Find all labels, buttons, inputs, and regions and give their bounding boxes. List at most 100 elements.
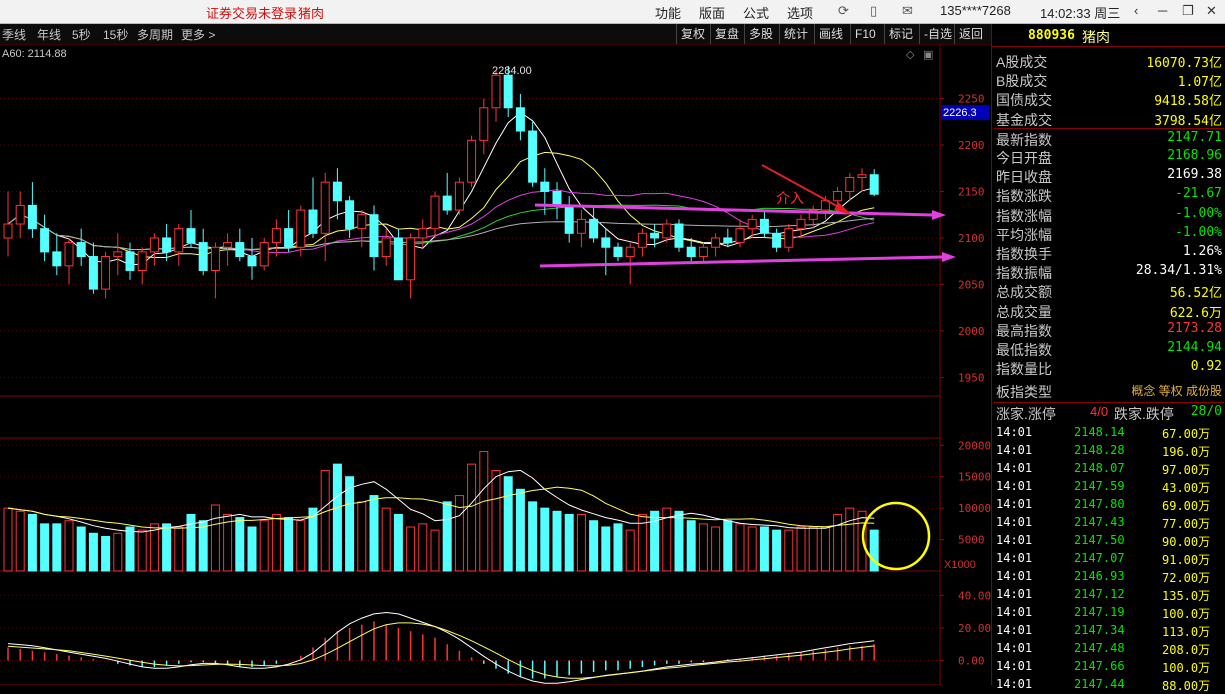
period-more[interactable]: 更多 > (181, 26, 215, 43)
menu-layout[interactable]: 版面 (699, 3, 725, 22)
button-replay[interactable]: 复盘 (710, 24, 743, 44)
login-status[interactable]: 证券交易未登录 (206, 3, 297, 22)
tick-row: 14:01 2147.07 91.00万 (994, 550, 1224, 568)
candle-body (381, 237, 391, 258)
minimize-icon[interactable]: ─ (1158, 3, 1167, 18)
support-line (539, 255, 943, 268)
back-icon[interactable]: ‹ (1134, 3, 1138, 18)
stat-row: B股成交 1.07亿 (994, 70, 1224, 90)
volume-bar (686, 520, 696, 572)
y-tick-label: 20.00 (958, 622, 991, 635)
candle-body (772, 232, 782, 248)
tick-time: 14:01 (996, 497, 1033, 511)
account-label[interactable]: 135****7268 (940, 3, 1011, 18)
volume-bar (564, 513, 574, 572)
mail-icon[interactable]: ✉ (902, 3, 913, 19)
stat-value: 2169.38 (1167, 167, 1222, 183)
stat-row: 最低指数 2144.94 (994, 339, 1224, 358)
menu-function[interactable]: 功能 (655, 3, 681, 22)
stat-label: 基金成交 (996, 111, 1052, 128)
stock-name-title: 猪肉 (298, 6, 325, 21)
volume-bar (235, 517, 245, 572)
button-draw-line[interactable]: 画线 (814, 24, 847, 44)
stat-value: 2144.94 (1167, 340, 1222, 355)
button-return[interactable]: 返回 (954, 24, 987, 44)
tick-volume: 91.00万 (1162, 553, 1211, 567)
volume-bar (711, 526, 721, 572)
volume-bar (357, 501, 367, 572)
volume-bar (576, 513, 586, 572)
candle-body (186, 228, 196, 244)
candle-body (454, 181, 464, 211)
tick-price: 2147.07 (1074, 551, 1125, 565)
menu-formula[interactable]: 公式 (743, 3, 769, 22)
y-tick-label: 1950 (958, 371, 985, 384)
tick-row: 14:01 2147.34 113.0万 (994, 622, 1224, 640)
candle-body (101, 256, 111, 290)
button-f10[interactable]: F10 (850, 24, 880, 44)
stat-label: 最低指数 (996, 342, 1052, 358)
tick-row: 14:01 2147.12 135.0万 (994, 586, 1224, 604)
candle-body (869, 174, 879, 195)
resistance-arrowhead (932, 210, 946, 220)
volume-bar (332, 463, 342, 572)
volume-bar (76, 526, 86, 572)
index-type-label: 板指类型 (996, 384, 1052, 400)
stat-row: 国债成交 9418.58亿 (994, 89, 1224, 109)
tick-price: 2148.14 (1074, 425, 1125, 439)
tick-volume: 196.0万 (1162, 445, 1211, 459)
button-statistics[interactable]: 统计 (779, 24, 812, 44)
period-year[interactable]: 年线 (37, 26, 61, 43)
period-multi[interactable]: 多周期 (137, 26, 173, 43)
stock-header: 880936 猪肉 (992, 24, 1225, 47)
candle-body (357, 214, 367, 230)
fall-label: 跌家.跌停 (1114, 406, 1174, 422)
period-5s[interactable]: 5秒 (72, 26, 91, 43)
stat-value: -1.00% (1175, 224, 1222, 240)
phone-icon[interactable]: ▯ (870, 3, 877, 19)
close-icon[interactable]: ✕ (1206, 3, 1217, 19)
button-remove-watchlist[interactable]: -自选 (919, 24, 956, 44)
candle-body (284, 228, 294, 248)
volume-bar (88, 532, 98, 572)
volume-bar (857, 510, 867, 572)
volume-bar (113, 532, 123, 572)
candle-body (247, 256, 257, 267)
tick-time: 14:01 (996, 569, 1033, 583)
button-restore-rights[interactable]: 复权 (676, 24, 709, 44)
refresh-icon[interactable]: ⟳ (838, 3, 849, 19)
index-type-value[interactable]: 概念 等权 成份股 (1131, 382, 1222, 399)
diamond-icon[interactable]: ◇ (906, 49, 915, 61)
volume-bar (137, 529, 147, 572)
stat-row: 平均涨幅 -1.00% (994, 224, 1224, 243)
button-multi-stock[interactable]: 多股 (744, 24, 777, 44)
button-mark[interactable]: 标记 (884, 24, 917, 44)
stat-label: 指数振幅 (996, 265, 1052, 282)
tick-volume: 100.0万 (1162, 607, 1211, 621)
stat-row: 昨日收盘 2169.38 (994, 166, 1224, 185)
candle-body (576, 218, 586, 234)
tick-row: 14:01 2147.19 100.0万 (994, 604, 1224, 622)
panel-toggle-icon[interactable]: ▣ (923, 49, 933, 61)
volume-bar (833, 513, 843, 572)
tick-volume: 100.0万 (1162, 661, 1211, 675)
candle-body (52, 251, 62, 267)
volume-bar (15, 510, 25, 572)
tick-volume: 208.0万 (1162, 643, 1211, 657)
volume-bar (186, 513, 196, 572)
candle-body (479, 107, 489, 141)
volume-bar (515, 488, 525, 572)
restore-icon[interactable]: ❐ (1182, 3, 1194, 19)
tick-row: 14:01 2147.43 77.00万 (994, 514, 1224, 532)
stat-row: 基金成交 3798.54亿 (994, 109, 1224, 129)
tick-time: 14:01 (996, 587, 1033, 601)
volume-bar (796, 526, 806, 572)
volume-bar (369, 495, 379, 572)
period-15s[interactable]: 15秒 (103, 26, 128, 43)
menu-options[interactable]: 选项 (787, 3, 813, 22)
period-quarter[interactable]: 季线 (2, 26, 26, 43)
tick-row: 14:01 2147.48 208.0万 (994, 640, 1224, 658)
kline-chart[interactable]: 2250 2200 2150 2100 2050 2000 1950 20000 15000 10… (0, 44, 991, 685)
candle-body (162, 237, 172, 253)
stat-label: 指数涨幅 (996, 207, 1052, 224)
